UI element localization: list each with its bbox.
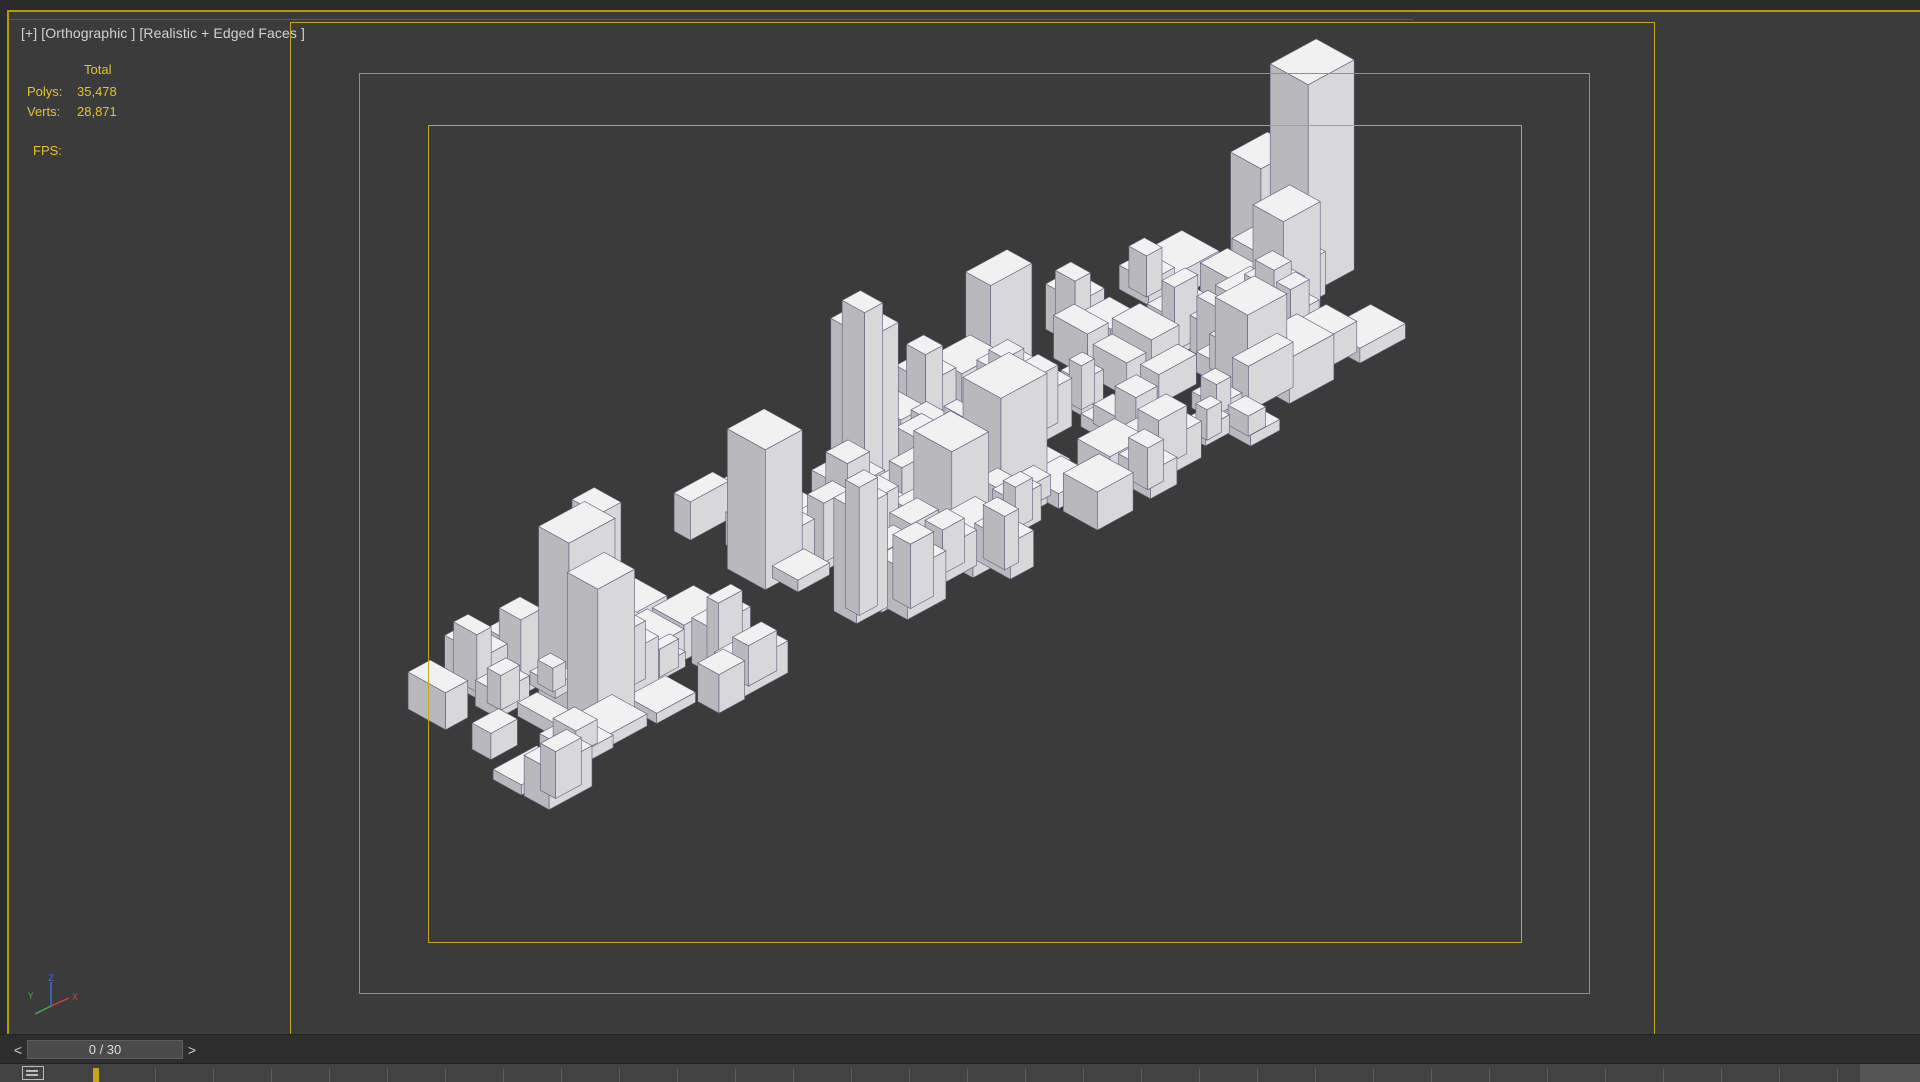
track-bar-toggle-icon[interactable] (22, 1066, 44, 1080)
perspective-viewport[interactable]: [+] [Orthographic ] [Realistic + Edged F… (7, 10, 1920, 1034)
gizmo-z-label: Z (48, 974, 54, 984)
gizmo-y-label: Y (27, 992, 34, 1002)
track-bar-end (1860, 1064, 1920, 1082)
track-bar[interactable] (0, 1063, 1920, 1082)
time-slider-bar: < 0 / 30 > (0, 1034, 1920, 1082)
next-frame-button[interactable]: > (183, 1041, 201, 1059)
previous-frame-button[interactable]: < (9, 1041, 27, 1059)
time-slider[interactable]: 0 / 30 (27, 1040, 183, 1059)
axis-gizmo-icon: Z Y X (27, 974, 78, 1015)
gizmo-x-label: X (72, 993, 78, 1003)
safe-frame-title (428, 125, 1522, 943)
